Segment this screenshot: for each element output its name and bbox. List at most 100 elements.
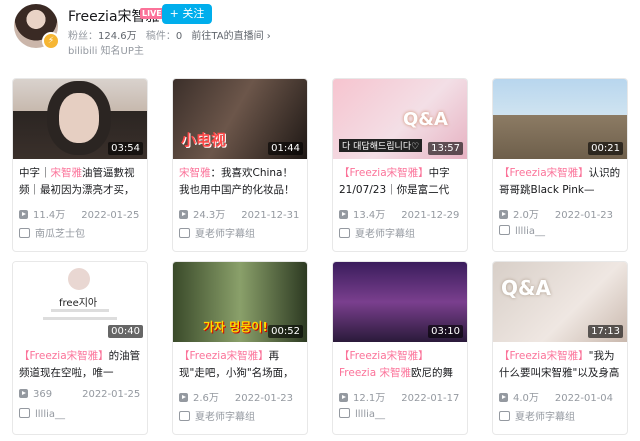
uploader-icon <box>179 411 190 421</box>
author-name: llllia__ <box>35 409 66 420</box>
video-card[interactable]: free지아 00:40 【Freezia宋智雅】的油管频道现在空啦，唯一 36… <box>12 261 148 435</box>
video-thumbnail[interactable]: 03:10 <box>333 262 467 342</box>
uploader-icon <box>19 408 30 418</box>
video-author[interactable]: 夏老师字幕组 <box>499 408 575 423</box>
video-meta: 369 2022-01-25 <box>19 389 143 400</box>
video-card[interactable]: 小电视 01:44 宋智雅：我喜欢China！我也用中国产的化妆品！中文 24.… <box>172 78 308 252</box>
video-duration: 00:40 <box>108 325 143 338</box>
uploader-icon <box>499 411 510 421</box>
thumbnail-profile-image <box>68 268 90 290</box>
video-duration: 03:10 <box>428 325 463 338</box>
video-thumbnail[interactable]: Q&A 다 대답해드립니다♡ 13:57 <box>333 79 467 159</box>
author-name: 南瓜芝士包 <box>35 229 85 240</box>
video-duration: 03:54 <box>108 142 143 155</box>
thumbnail-line <box>43 317 117 320</box>
video-title[interactable]: 中字｜宋智雅油管逼數视频｜最初因为漂亮才买，逐渐 <box>19 165 143 199</box>
author-name: 夏老师字幕组 <box>515 412 575 423</box>
thumbnail-line <box>51 309 109 312</box>
video-author[interactable]: llllia__ <box>19 408 65 420</box>
uploader-icon <box>339 228 350 238</box>
video-author[interactable]: 夏老师字幕组 <box>179 408 255 423</box>
play-count-icon <box>19 210 28 219</box>
title-highlight: 【Freezia宋智雅】 <box>179 350 269 362</box>
thumbnail-caption: Q&A <box>403 109 448 130</box>
video-author[interactable]: 夏老师字幕组 <box>339 225 415 240</box>
video-meta: 12.1万 2022-01-17 <box>339 389 463 404</box>
live-room-link[interactable]: 前往TA的直播间 › <box>191 31 270 42</box>
video-author[interactable]: 夏老师字幕组 <box>179 225 255 240</box>
video-card[interactable]: Q&A 다 대답해드립니다♡ 13:57 【Freezia宋智雅】中字 21/0… <box>332 78 468 252</box>
follow-button[interactable]: + 关注 <box>162 4 212 24</box>
video-duration: 01:44 <box>268 142 303 155</box>
video-thumbnail[interactable]: free지아 00:40 <box>13 262 147 342</box>
video-author[interactable]: llllia__ <box>339 408 385 420</box>
video-card[interactable]: 03:10 【Freezia宋智雅】Freezia 宋智雅欧尼的舞蹈合集。屋 1… <box>332 261 468 435</box>
upload-date: 2022-01-25 <box>81 210 140 221</box>
upload-date: 2021-12-29 <box>401 210 460 221</box>
play-count-icon <box>339 210 348 219</box>
upload-date: 2022-01-04 <box>554 393 614 404</box>
view-count: 24.3万 <box>193 210 226 221</box>
video-thumbnail[interactable]: Q&A 17:13 <box>493 262 627 342</box>
video-duration: 17:13 <box>588 325 623 338</box>
video-title[interactable]: 【Freezia宋智雅】中字 21/07/23｜你是富二代吗? <box>339 165 463 199</box>
play-count-icon <box>179 210 188 219</box>
thumbnail-caption: 小电视 <box>181 131 227 149</box>
video-meta: 2.6万 2022-01-23 <box>179 389 303 404</box>
video-duration: 00:21 <box>588 142 623 155</box>
live-badge: LIVE <box>140 8 164 19</box>
avatar[interactable]: ⚡ <box>14 4 60 50</box>
video-title[interactable]: 【Freezia宋智雅】"我为什么要叫宋智雅"以及身高体 <box>499 348 623 382</box>
user-description: bilibili 知名UP主 <box>68 46 144 57</box>
play-count-icon <box>179 393 188 402</box>
title-highlight: 【Freezia宋智雅】 <box>499 350 589 362</box>
video-title[interactable]: 【Freezia宋智雅】再现"走吧，小狗"名场面，跳Kill <box>179 348 303 382</box>
video-thumbnail[interactable]: 03:54 <box>13 79 147 159</box>
video-meta: 24.3万 2021-12-31 <box>179 206 303 221</box>
video-thumbnail[interactable]: 가자 멍뭉이! 00:52 <box>173 262 307 342</box>
video-title[interactable]: 宋智雅：我喜欢China！我也用中国产的化妆品！中文 <box>179 165 303 199</box>
video-meta: 2.0万 2022-01-23 <box>499 206 623 221</box>
video-card[interactable]: 가자 멍뭉이! 00:52 【Freezia宋智雅】再现"走吧，小狗"名场面，跳… <box>172 261 308 435</box>
user-stats: 粉丝：124.6万 稿件：0 前往TA的直播间 › <box>68 27 271 42</box>
video-title[interactable]: 【Freezia宋智雅】认识的哥哥跳Black Pink— <box>499 165 623 199</box>
play-count-icon <box>499 210 508 219</box>
title-highlight: 宋智雅 <box>179 167 211 179</box>
thumbnail-caption: free지아 <box>59 298 98 309</box>
video-author[interactable]: llllia__ <box>499 225 545 237</box>
video-author[interactable]: 南瓜芝士包 <box>19 225 85 240</box>
title-highlight: 【Freezia宋智雅】 <box>499 167 589 179</box>
title-highlight: 【Freezia宋智雅】 <box>19 350 109 362</box>
verified-badge-icon: ⚡ <box>42 32 60 50</box>
author-name: llllia__ <box>515 226 546 237</box>
video-thumbnail[interactable]: 00:21 <box>493 79 627 159</box>
title-highlight: 【Freezia宋智雅】 <box>339 167 429 179</box>
author-name: llllia__ <box>355 409 386 420</box>
view-count: 4.0万 <box>513 393 539 404</box>
view-count: 13.4万 <box>353 210 386 221</box>
video-thumbnail[interactable]: 小电视 01:44 <box>173 79 307 159</box>
uploader-icon <box>499 225 510 235</box>
uploader-icon <box>19 228 30 238</box>
view-count: 369 <box>33 389 53 400</box>
video-meta: 11.4万 2022-01-25 <box>19 206 143 221</box>
view-count: 11.4万 <box>33 210 66 221</box>
video-title[interactable]: 【Freezia宋智雅】Freezia 宋智雅欧尼的舞蹈合集。屋 <box>339 348 463 382</box>
upload-date: 2022-01-23 <box>234 393 294 404</box>
view-count: 2.6万 <box>193 393 219 404</box>
view-count: 2.0万 <box>513 210 539 221</box>
upload-date: 2022-01-17 <box>401 393 460 404</box>
video-title[interactable]: 【Freezia宋智雅】的油管频道现在空啦，唯一 <box>19 348 143 382</box>
author-name: 夏老师字幕组 <box>355 229 415 240</box>
thumbnail-image <box>59 93 99 143</box>
video-duration: 00:52 <box>268 325 303 338</box>
title-highlight: 宋智雅 <box>50 167 83 179</box>
video-card[interactable]: 00:21 【Freezia宋智雅】认识的哥哥跳Black Pink— 2.0万… <box>492 78 628 252</box>
title-prefix: 中字｜ <box>19 167 51 179</box>
video-card[interactable]: 03:54 中字｜宋智雅油管逼數视频｜最初因为漂亮才买，逐渐 11.4万 2022… <box>12 78 148 252</box>
video-card[interactable]: Q&A 17:13 【Freezia宋智雅】"我为什么要叫宋智雅"以及身高体 4… <box>492 261 628 435</box>
play-count-icon <box>339 393 348 402</box>
thumbnail-caption: Q&A <box>501 276 551 300</box>
uploader-icon <box>339 408 350 418</box>
video-duration: 13:57 <box>428 142 463 155</box>
